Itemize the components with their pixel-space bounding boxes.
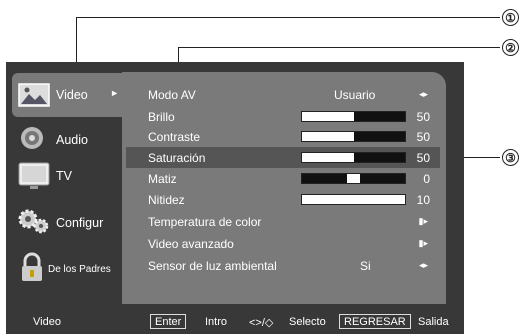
- sidebar-item-label: Audio: [56, 133, 88, 147]
- menu-row-sensor-luz[interactable]: Sensor de luz ambiental Si ◂▸: [126, 255, 440, 276]
- sidebar-item-parental[interactable]: De los Padres: [12, 247, 125, 291]
- sidebar-item-config[interactable]: Configur: [12, 201, 125, 245]
- left-right-arrow-icon: ◂▸: [418, 260, 428, 270]
- level-bar[interactable]: [301, 131, 406, 142]
- callout-3-marker: ③: [502, 149, 519, 166]
- menu-row-video-avanzado[interactable]: Video avanzado ▮▸: [126, 233, 440, 254]
- return-key-label: Salida: [418, 316, 449, 328]
- callout-2-horizontal-line: [178, 47, 500, 49]
- row-label: Saturación: [148, 151, 206, 165]
- row-number: 50: [416, 151, 430, 165]
- row-number: 50: [416, 110, 430, 124]
- menu-row-saturacion[interactable]: Saturación 50: [126, 147, 440, 168]
- bar-fill: [353, 132, 405, 141]
- bar-fill: [353, 112, 405, 121]
- left-right-arrow-icon: ◂▸: [418, 89, 428, 99]
- footer-bar: Video Enter Intro <>/◇ Selecto REGRESAR …: [6, 311, 464, 334]
- row-label: Sensor de luz ambiental: [148, 259, 277, 273]
- callout-2-marker: ②: [502, 39, 519, 56]
- row-label: Brillo: [148, 110, 175, 124]
- sidebar-item-tv[interactable]: TV: [12, 154, 125, 198]
- menu-row-temperatura[interactable]: Temperatura de color ▮▸: [126, 211, 440, 232]
- sidebar-item-label: Configur: [56, 216, 104, 230]
- speaker-icon: [17, 123, 51, 157]
- row-label: Video avanzado: [148, 237, 234, 251]
- enter-submenu-icon: ▮▸: [418, 238, 428, 248]
- sidebar-item-video[interactable]: Video ►: [12, 73, 125, 117]
- row-label: Nitidez: [148, 193, 185, 207]
- lock-icon: [17, 252, 51, 286]
- row-label: Matiz: [148, 172, 177, 186]
- video-picture-icon: [17, 78, 51, 112]
- menu-row-contraste[interactable]: Contraste 50: [126, 126, 440, 147]
- row-value: Usuario: [334, 88, 376, 102]
- nav-keys-glyph: <>/◇: [249, 317, 274, 329]
- row-label: Temperatura de color: [148, 215, 262, 229]
- level-bar[interactable]: [301, 152, 406, 163]
- sidebar-item-label: Video: [56, 88, 88, 102]
- callout-1-horizontal-line: [76, 17, 500, 19]
- row-label: Modo AV: [148, 88, 196, 102]
- tv-icon: [17, 159, 51, 193]
- enter-key-label: Intro: [205, 316, 228, 328]
- sidebar-item-label: De los Padres: [48, 264, 111, 275]
- enter-key-badge: Enter: [150, 314, 187, 329]
- menu-row-modo-av[interactable]: Modo AV Usuario ◂▸: [126, 84, 440, 105]
- row-number: 10: [416, 193, 430, 207]
- menu-row-matiz[interactable]: Matiz 0: [126, 168, 440, 189]
- footer-section-label: Video: [33, 316, 61, 328]
- submenu-arrow-icon: ►: [110, 88, 119, 98]
- callout-1-marker: ①: [502, 9, 519, 26]
- level-bar[interactable]: [301, 111, 406, 122]
- row-number: 0: [423, 172, 430, 186]
- menu-row-brillo[interactable]: Brillo 50: [126, 106, 440, 127]
- gears-icon: [17, 206, 51, 240]
- row-value: Si: [360, 259, 371, 273]
- return-key-badge: REGRESAR: [339, 314, 411, 329]
- bar-center-marker: [347, 174, 360, 183]
- level-bar[interactable]: [301, 194, 406, 205]
- row-number: 50: [416, 130, 430, 144]
- bar-fill: [353, 153, 405, 162]
- nav-keys-label: Selecto: [289, 316, 326, 328]
- level-bar[interactable]: [301, 173, 406, 184]
- row-label: Contraste: [148, 130, 201, 144]
- enter-submenu-icon: ▮▸: [418, 216, 428, 226]
- sidebar-item-label: TV: [56, 169, 72, 183]
- menu-row-nitidez[interactable]: Nitidez 10: [126, 189, 440, 210]
